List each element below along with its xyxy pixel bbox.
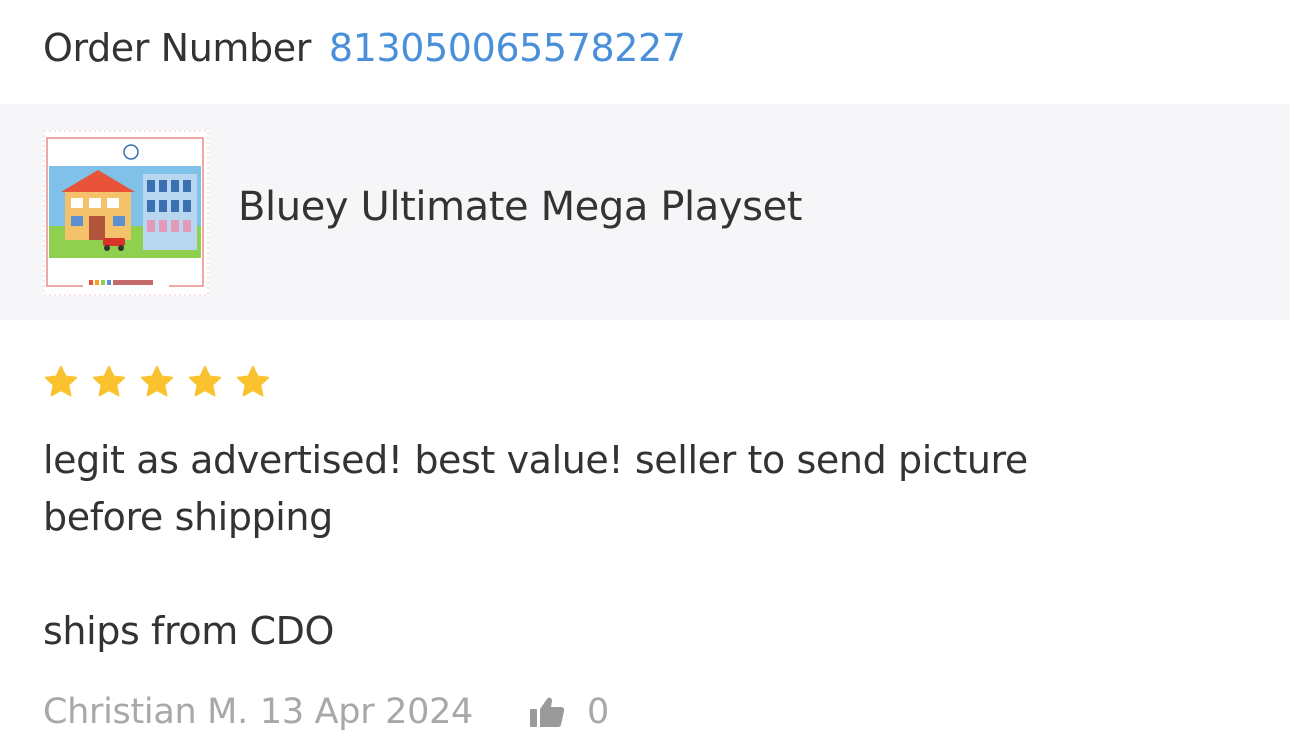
review-meta: Christian M. 13 Apr 2024 0: [43, 686, 609, 738]
review-line: before shipping: [43, 495, 333, 539]
review-line: legit as advertised! best value! seller …: [43, 438, 1028, 482]
star-icon: [44, 365, 78, 397]
review-text: legit as advertised! best value! seller …: [43, 432, 1103, 660]
star-icon: [236, 365, 270, 397]
reviewer-name: Christian M.: [43, 692, 248, 732]
product-card[interactable]: Bluey Ultimate Mega Playset: [0, 104, 1290, 320]
order-number-label: Order Number: [43, 26, 311, 70]
product-thumbnail-image: [43, 130, 209, 296]
review-line: ships from CDO: [43, 609, 335, 653]
product-name[interactable]: Bluey Ultimate Mega Playset: [238, 184, 802, 230]
thumbs-up-icon: [530, 697, 565, 727]
order-number-link[interactable]: 813050065578227: [329, 26, 686, 70]
rating-stars: [43, 364, 271, 400]
star-icon: [188, 365, 222, 397]
product-thumbnail[interactable]: [43, 130, 209, 296]
star-icon: [140, 365, 174, 397]
review-blank-line: [43, 546, 1103, 603]
like-count: 0: [587, 692, 609, 732]
order-row: Order Number 813050065578227: [43, 18, 686, 78]
review-page: Order Number 813050065578227 Bluey Ultim…: [0, 0, 1290, 754]
like-button[interactable]: 0: [529, 692, 609, 732]
star-icon: [92, 365, 126, 397]
review-date: 13 Apr 2024: [259, 692, 474, 732]
